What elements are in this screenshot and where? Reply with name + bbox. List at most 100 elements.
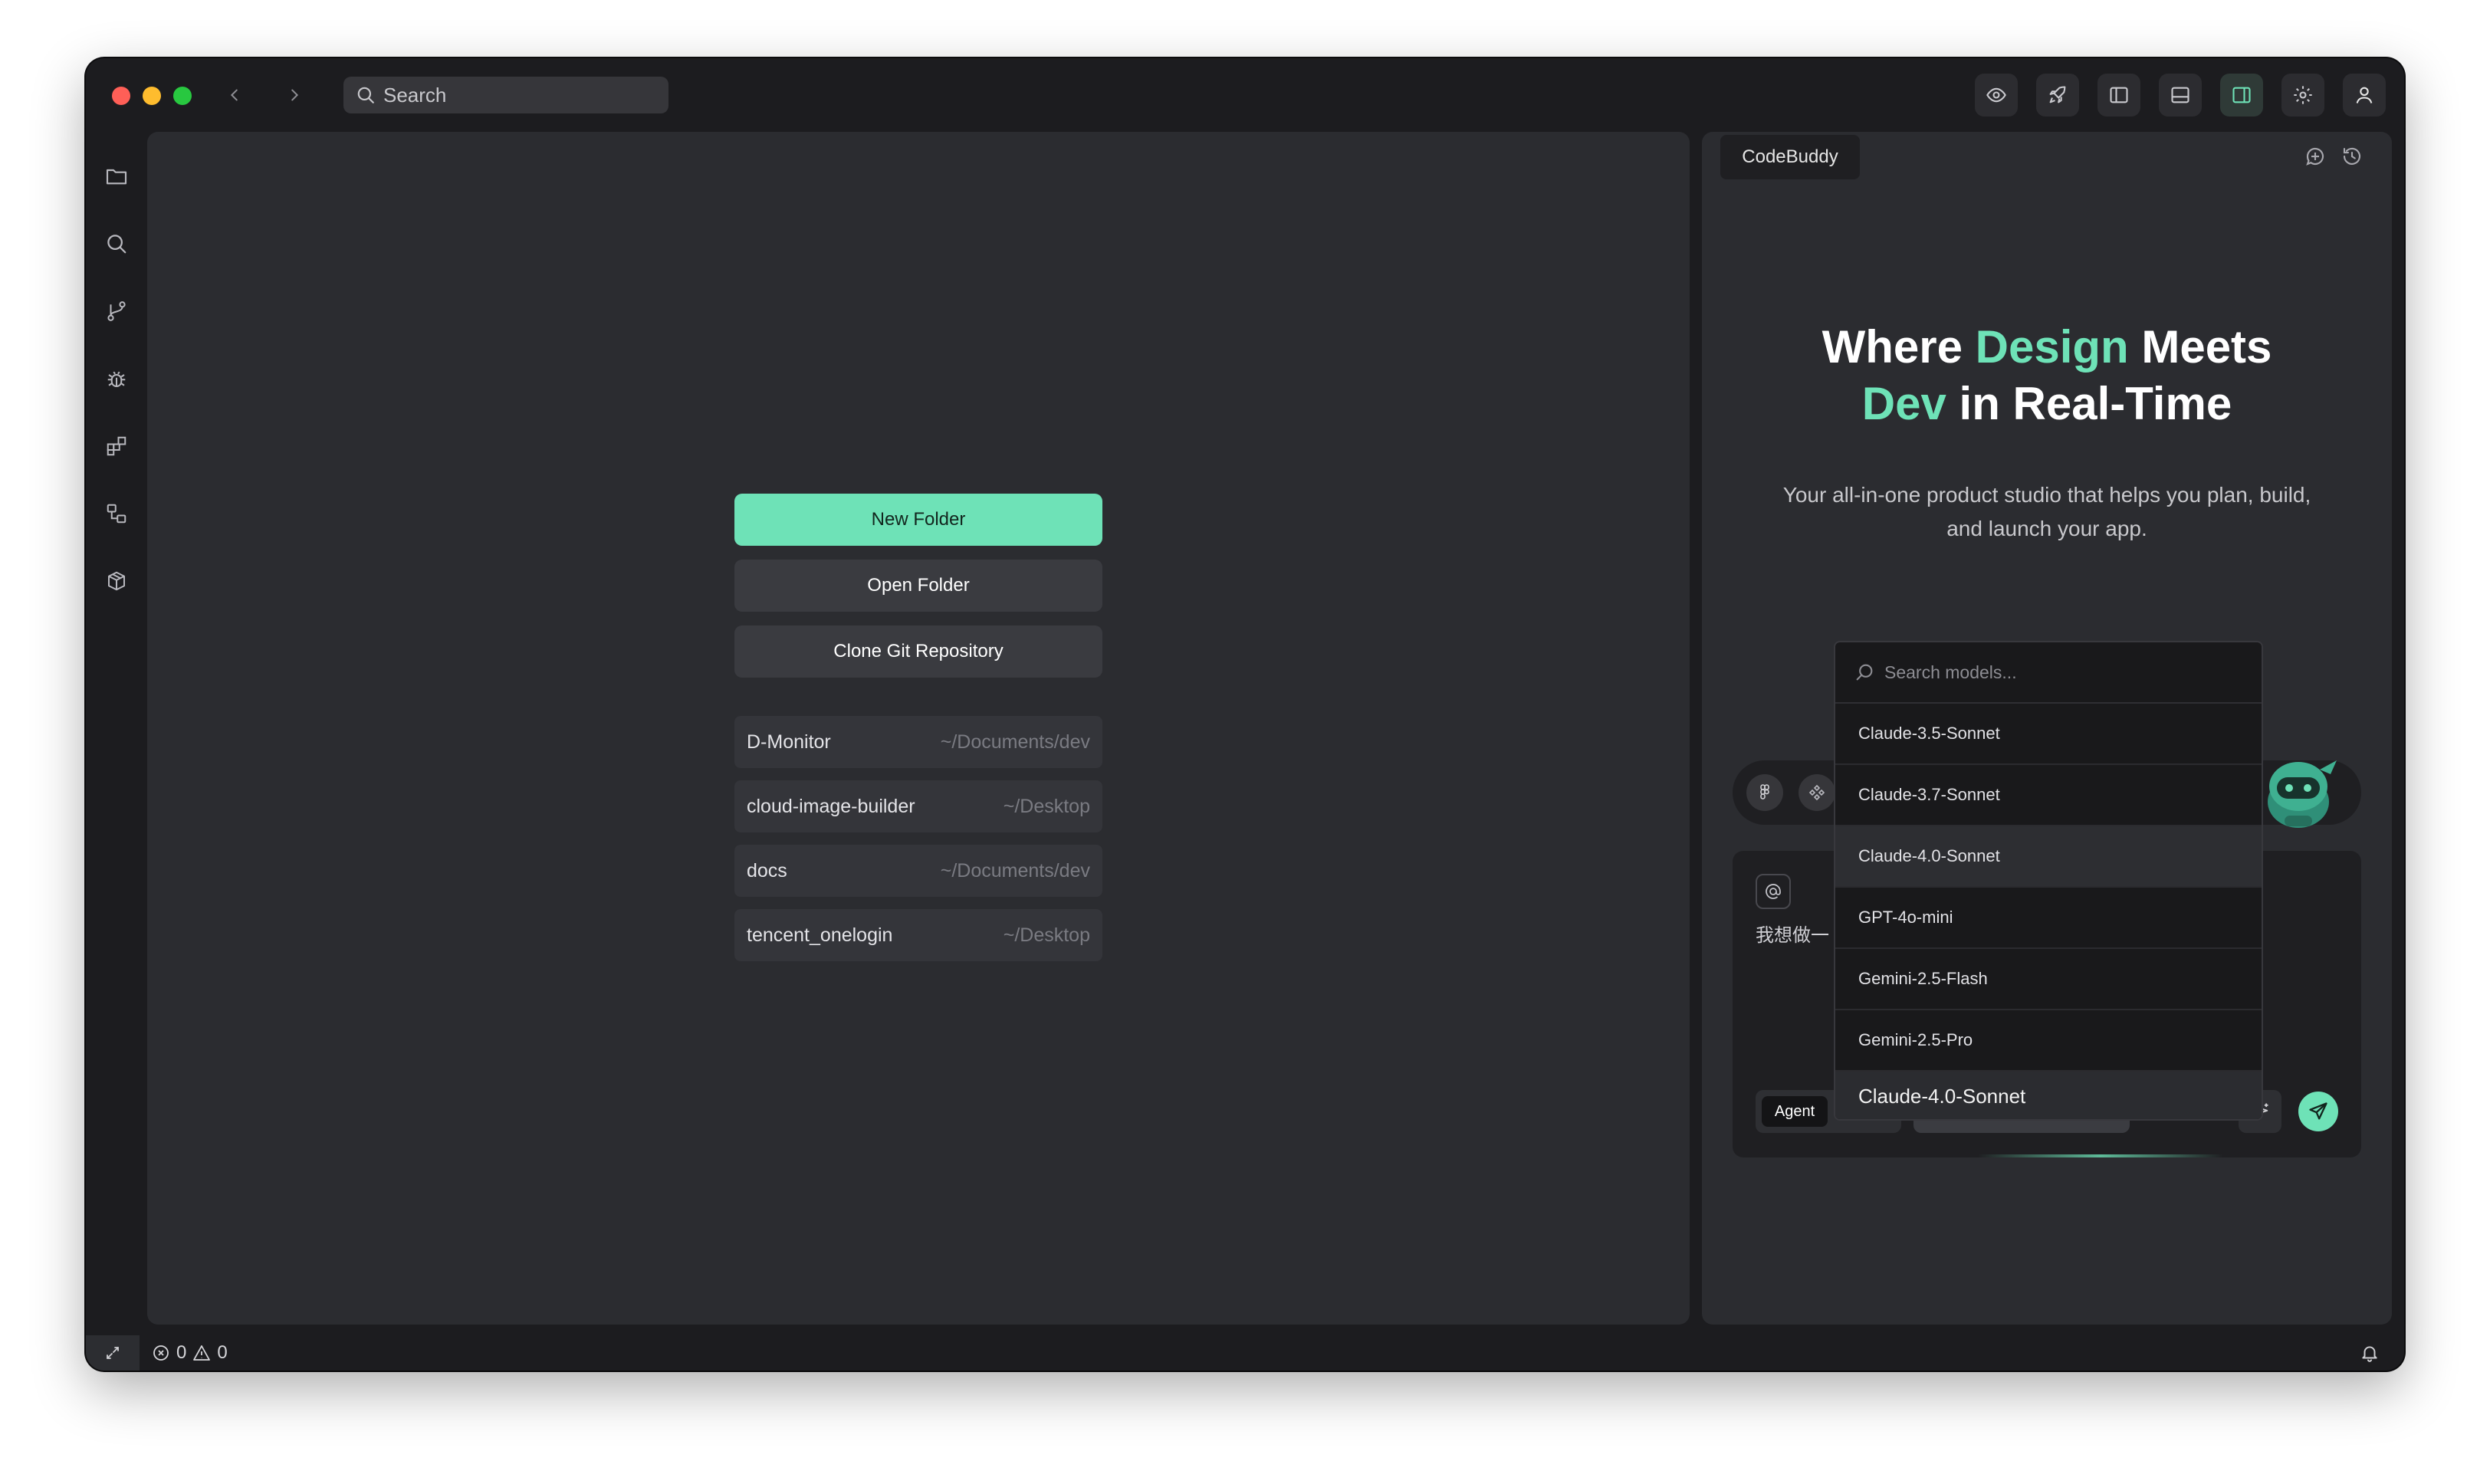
new-chat-icon (2306, 147, 2324, 166)
back-button[interactable] (219, 80, 250, 110)
model-option[interactable]: Claude-3.5-Sonnet (1835, 704, 2262, 765)
git-branch-icon (107, 301, 126, 321)
recent-project-item[interactable]: docs ~/Documents/dev (734, 845, 1102, 897)
eye-icon (1986, 87, 2006, 103)
hero-accent-design: Design (1975, 321, 2129, 373)
activity-workflow[interactable] (100, 497, 133, 530)
activity-extensions[interactable] (100, 429, 133, 463)
activity-search[interactable] (100, 227, 133, 261)
package-icon (108, 571, 125, 591)
search-icon (1856, 664, 1873, 681)
settings-button[interactable] (2281, 74, 2324, 117)
current-model-label: Claude-4.0-Sonnet (1835, 1072, 2262, 1119)
title-bar: Search (86, 58, 2404, 132)
recent-project-path: ~/Documents/dev (940, 731, 1090, 753)
left-panel-icon (2110, 87, 2128, 103)
activity-bar (86, 132, 147, 1320)
status-bar: 0 0 (86, 1335, 2404, 1371)
editor-welcome-area: New Folder Open Folder Clone Git Reposit… (147, 132, 1690, 1325)
zoom-window-button[interactable] (173, 87, 192, 105)
preview-button[interactable] (1975, 74, 2018, 117)
new-folder-button[interactable]: New Folder (734, 494, 1102, 546)
notifications-button[interactable] (2358, 1341, 2381, 1364)
history-button[interactable] (2338, 143, 2366, 170)
hero-word: Where (1822, 321, 1976, 373)
warning-count: 0 (217, 1342, 228, 1363)
problems-indicator[interactable]: 0 0 (152, 1335, 228, 1371)
hero-word: in Real-Time (1946, 378, 2232, 429)
extensions-icon (107, 436, 126, 456)
glow-divider (1978, 1154, 2223, 1157)
component-button[interactable] (1799, 774, 1835, 811)
mention-button[interactable] (1756, 874, 1791, 909)
at-sign-icon (1766, 884, 1781, 899)
recent-project-name: cloud-image-builder (747, 795, 915, 817)
account-button[interactable] (2343, 74, 2386, 117)
model-option[interactable]: Gemini-2.5-Flash (1835, 949, 2262, 1010)
recent-project-item[interactable]: tencent_onelogin ~/Desktop (734, 909, 1102, 961)
mascot-robot-icon (2251, 739, 2350, 839)
activity-source-control[interactable] (100, 294, 133, 328)
model-option[interactable]: Gemini-2.5-Pro (1835, 1010, 2262, 1072)
toggle-left-panel-button[interactable] (2097, 74, 2140, 117)
component-icon (1808, 784, 1825, 801)
activity-explorer[interactable] (100, 159, 133, 193)
deploy-button[interactable] (2036, 74, 2079, 117)
search-icon (107, 235, 126, 254)
tab-codebuddy[interactable]: CodeBuddy (1720, 135, 1860, 179)
figma-icon (1760, 784, 1769, 799)
hero-word: Meets (2128, 321, 2272, 373)
new-chat-button[interactable] (2301, 143, 2329, 170)
model-option[interactable]: GPT-4o-mini (1835, 888, 2262, 949)
recent-project-item[interactable]: D-Monitor ~/Documents/dev (734, 716, 1102, 768)
send-icon (2309, 1102, 2327, 1120)
history-icon (2343, 147, 2361, 165)
bottom-panel-icon (2171, 87, 2189, 103)
gear-icon (2294, 86, 2312, 104)
recent-project-name: D-Monitor (747, 731, 831, 753)
clone-repository-button[interactable]: Clone Git Repository (734, 625, 1102, 678)
recent-project-name: tencent_onelogin (747, 924, 893, 946)
command-search-box[interactable]: Search (343, 77, 668, 113)
recent-project-path: ~/Documents/dev (940, 859, 1090, 882)
chat-input-text[interactable]: 我想做一 (1756, 920, 1829, 947)
error-icon (153, 1345, 169, 1361)
error-count: 0 (176, 1342, 187, 1363)
remote-icon (107, 1347, 119, 1359)
close-window-button[interactable] (112, 87, 130, 105)
remote-connection-button[interactable] (86, 1335, 140, 1371)
hero-heading: Where Design Meets Dev in Real-Time (1702, 319, 2392, 432)
model-dropdown: Search models... Claude-3.5-Sonnet Claud… (1834, 641, 2263, 1121)
toggle-bottom-panel-button[interactable] (2159, 74, 2202, 117)
minimize-window-button[interactable] (143, 87, 161, 105)
right-panel-icon (2232, 87, 2251, 103)
model-option-highlighted[interactable]: Claude-4.0-Sonnet (1835, 826, 2262, 888)
send-button[interactable] (2298, 1092, 2338, 1131)
user-icon (2356, 87, 2373, 103)
recent-project-path: ~/Desktop (1003, 924, 1090, 946)
open-folder-button[interactable]: Open Folder (734, 560, 1102, 612)
hero-subtitle: Your all-in-one product studio that help… (1782, 483, 2311, 540)
titlebar-actions (1975, 74, 2386, 117)
recent-project-item[interactable]: cloud-image-builder ~/Desktop (734, 780, 1102, 832)
model-search-input[interactable]: Search models... (1835, 642, 2262, 704)
rocket-icon (2049, 86, 2066, 103)
workflow-icon (107, 504, 126, 524)
forward-button[interactable] (279, 80, 310, 110)
warning-icon (193, 1345, 211, 1361)
figma-button[interactable] (1746, 774, 1783, 811)
search-icon (357, 87, 374, 103)
search-placeholder: Search (383, 83, 447, 107)
model-search-placeholder: Search models... (1884, 662, 2017, 682)
activity-packages[interactable] (100, 564, 133, 598)
bug-icon (107, 371, 126, 387)
app-window: Search New Folder Open Folder Clone Git … (86, 58, 2404, 1371)
chevron-left-icon (230, 89, 238, 101)
toggle-right-panel-button[interactable] (2220, 74, 2263, 117)
bell-icon (2362, 1346, 2377, 1362)
chevron-right-icon (291, 89, 299, 101)
activity-debug[interactable] (100, 362, 133, 396)
recent-project-name: docs (747, 859, 787, 882)
mode-agent-tab[interactable]: Agent (1762, 1096, 1828, 1127)
model-option[interactable]: Claude-3.7-Sonnet (1835, 765, 2262, 826)
